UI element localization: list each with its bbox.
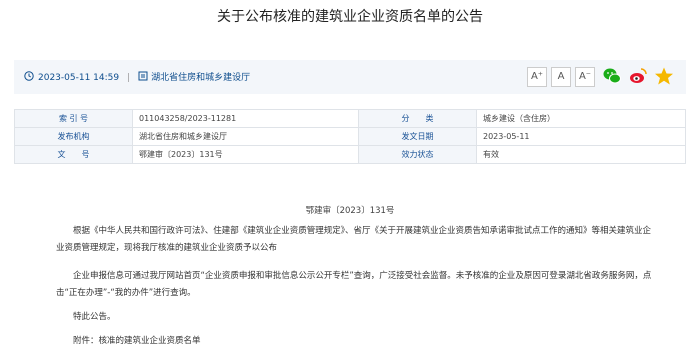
- publishing-org-value: 湖北省住房和城乡建设厅: [132, 127, 359, 146]
- clock-icon: [24, 71, 34, 84]
- document-info-table: 索 引 号 011043258/2023-11281 分 类 城乡建设（含住房）…: [14, 109, 686, 164]
- doc-number-value: 鄂建审〔2023〕131号: [132, 145, 359, 164]
- body-paragraph: 企业申报信息可通过我厅网站首页“企业资质申报和审批信息公示公开专栏”查询，广泛接…: [56, 271, 652, 298]
- issue-date-label: 发文日期: [358, 127, 477, 146]
- validity-status-label: 效力状态: [358, 145, 477, 164]
- meta-info: 2023-05-11 14:59 | 湖北省住房和城乡建设厅: [24, 70, 250, 84]
- favorite-star-icon[interactable]: [654, 66, 674, 86]
- index-number-label: 索 引 号: [14, 109, 133, 128]
- publishing-org-label: 发布机构: [14, 127, 133, 146]
- weibo-share-icon[interactable]: [628, 66, 648, 86]
- validity-status-value: 有效: [476, 145, 686, 164]
- body-paragraph: 特此公告。: [73, 312, 116, 322]
- category-label: 分 类: [358, 109, 477, 128]
- source-icon: [138, 71, 148, 84]
- doc-number-label: 文 号: [14, 145, 133, 164]
- body-paragraph: 根据《中华人民共和国行政许可法》、住建部《建筑业企业资质管理规定》、省厅《关于开…: [56, 226, 652, 253]
- table-row: 文 号 鄂建审〔2023〕131号 效力状态 有效: [14, 145, 686, 164]
- page-title: 关于公布核准的建筑业企业资质名单的公告: [217, 9, 483, 25]
- source-link[interactable]: 湖北省住房和城乡建设厅: [151, 73, 250, 83]
- meta-separator: |: [127, 73, 131, 83]
- document-number: 鄂建审〔2023〕131号: [305, 206, 395, 216]
- wechat-share-icon[interactable]: [602, 66, 622, 86]
- table-row: 索 引 号 011043258/2023-11281 分 类 城乡建设（含住房）: [14, 109, 686, 128]
- attachment-link[interactable]: 附件：核准的建筑业企业资质名单: [56, 333, 656, 350]
- issue-date-value: 2023-05-11: [476, 127, 686, 146]
- font-size-large-button[interactable]: A⁺: [527, 67, 547, 87]
- font-size-small-button[interactable]: A⁻: [575, 67, 595, 87]
- table-row: 发布机构 湖北省住房和城乡建设厅 发文日期 2023-05-11: [14, 127, 686, 146]
- publish-datetime: 2023-05-11 14:59: [38, 73, 120, 83]
- index-number-value: 011043258/2023-11281: [132, 109, 359, 128]
- font-size-medium-button[interactable]: A: [551, 67, 571, 87]
- category-value: 城乡建设（含住房）: [476, 109, 686, 128]
- meta-bar: 2023-05-11 14:59 | 湖北省住房和城乡建设厅 A⁺ A A⁻: [14, 60, 686, 94]
